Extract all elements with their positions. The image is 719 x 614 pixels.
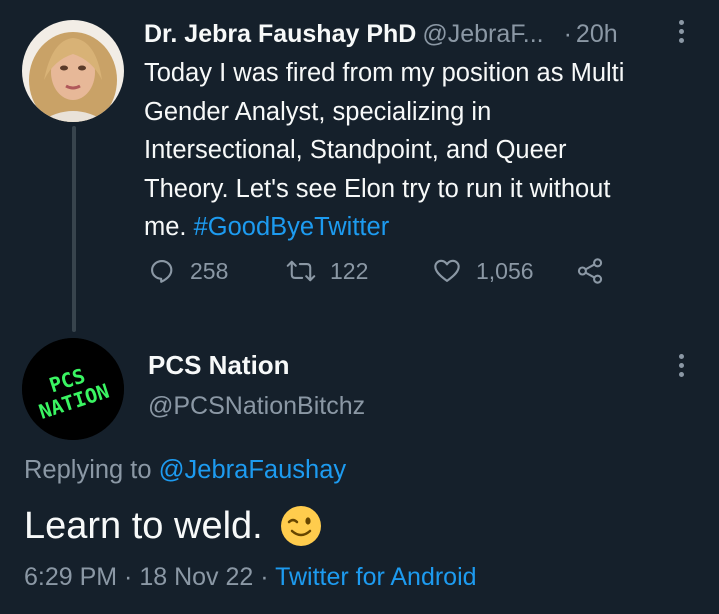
- tweet-actions: 258 122 1,056: [148, 257, 628, 291]
- reply-author-avatar[interactable]: PCS NATION: [22, 338, 124, 440]
- retweet-button[interactable]: 122: [286, 257, 368, 285]
- tweet-line: Theory. Let's see Elon try to run it wit…: [144, 174, 611, 203]
- heart-icon: [434, 259, 460, 282]
- author-avatar[interactable]: [22, 20, 124, 122]
- retweet-count: 122: [330, 257, 369, 284]
- winking-face-icon: [280, 506, 321, 546]
- tweet-line: me.: [144, 213, 194, 241]
- mention-link[interactable]: @JebraFaushay: [159, 456, 346, 484]
- reply-text: Learn to weld.: [24, 504, 263, 547]
- reply-icon: [151, 260, 173, 283]
- tweet-line: Intersectional, Standpoint, and Queer: [144, 136, 567, 164]
- replying-prefix: Replying to: [24, 456, 159, 484]
- reply-author-handle[interactable]: @PCSNationBitchz: [148, 392, 365, 421]
- tweet-line: Today I was fired from my position as Mu…: [144, 59, 625, 87]
- reply-author-name[interactable]: PCS Nation: [148, 350, 290, 381]
- parent-tweet-text: Today I was fired from my position as Mu…: [144, 54, 704, 247]
- share-button[interactable]: [576, 257, 604, 285]
- reply-button[interactable]: 258: [148, 257, 228, 285]
- more-options-icon[interactable]: [676, 354, 686, 380]
- like-button[interactable]: 1,056: [432, 257, 534, 285]
- tweet-line-last: me. #GoodByeTwitter: [144, 208, 704, 247]
- hashtag-link[interactable]: #GoodByeTwitter: [194, 213, 390, 241]
- retweet-icon: [286, 260, 316, 282]
- tweet-line: Gender Analyst, specializing in: [144, 97, 492, 126]
- tweet-meta: 6:29 PM · 18 Nov 22 · Twitter for Androi…: [24, 563, 477, 592]
- author-handle[interactable]: @JebraF...: [422, 20, 543, 49]
- replying-to: Replying to @JebraFaushay: [24, 456, 346, 485]
- tweet-time[interactable]: 20h: [576, 20, 618, 49]
- avatar-photo: [22, 20, 124, 122]
- reply-tweet-text: Learn to weld.: [24, 504, 323, 548]
- separator: ·: [563, 19, 572, 48]
- author-name[interactable]: Dr. Jebra Faushay PhD: [144, 20, 416, 49]
- parent-tweet-header: Dr. Jebra Faushay PhD @JebraF... · 20h: [144, 14, 618, 54]
- thread-connector: [72, 126, 76, 332]
- reply-count: 258: [190, 257, 229, 284]
- more-options-icon[interactable]: [676, 20, 686, 46]
- pcs-nation-logo: PCS NATION: [22, 338, 124, 440]
- share-icon: [577, 258, 603, 284]
- like-count: 1,056: [476, 257, 534, 284]
- source-link[interactable]: Twitter for Android: [275, 563, 476, 591]
- timestamp: 6:29 PM · 18 Nov 22 ·: [24, 563, 276, 591]
